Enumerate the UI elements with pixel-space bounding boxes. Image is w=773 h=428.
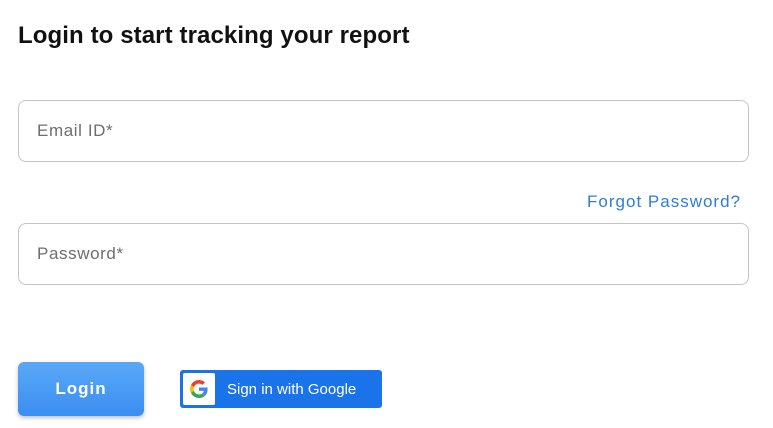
password-field[interactable] (18, 223, 749, 285)
google-signin-button[interactable]: Sign in with Google (180, 370, 382, 408)
google-icon (183, 373, 215, 405)
google-signin-label: Sign in with Google (227, 380, 357, 398)
login-button[interactable]: Login (18, 362, 144, 416)
forgot-password-link[interactable]: Forgot Password? (587, 192, 741, 212)
email-field[interactable] (18, 100, 749, 162)
page-title: Login to start tracking your report (18, 22, 410, 49)
